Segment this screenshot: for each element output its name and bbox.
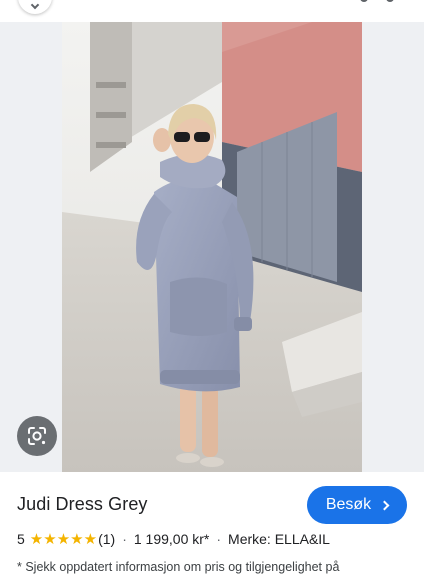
product-info-panel: Judi Dress Grey Besøk 5 ★ ★ ★ ★ ★ (1) · … — [0, 472, 424, 575]
rating-stars: ★ ★ ★ ★ ★ — [30, 532, 97, 547]
top-toolbar — [0, 0, 424, 22]
star-icon: ★ — [70, 530, 84, 548]
visit-button-label: Besøk — [325, 496, 372, 513]
product-photo-illustration — [62, 22, 362, 472]
chevron-right-icon — [379, 500, 390, 510]
product-title[interactable]: Judi Dress Grey — [17, 494, 148, 515]
google-lens-icon — [28, 427, 46, 445]
visit-button[interactable]: Besøk — [307, 486, 407, 524]
google-lens-button[interactable] — [17, 416, 57, 456]
toolbar-actions — [360, 0, 394, 2]
star-icon: ★ — [56, 530, 71, 548]
brand: Merke: ELLA&IL — [228, 531, 330, 547]
price-disclaimer: * Sjekk oppdatert informasjon om pris og… — [17, 560, 340, 574]
rating-value: 5 — [17, 531, 25, 547]
back-button[interactable] — [18, 0, 52, 14]
star-icon: ★ — [43, 530, 57, 548]
review-count[interactable]: (1) — [98, 531, 115, 547]
product-meta: 5 ★ ★ ★ ★ ★ (1) · 1 199,00 kr* · Merke: … — [17, 531, 330, 547]
separator: · — [122, 531, 127, 547]
separator: · — [216, 531, 222, 547]
close-icon[interactable] — [386, 0, 394, 2]
star-icon: ★ — [83, 530, 98, 548]
share-icon[interactable] — [360, 0, 368, 2]
price: 1 199,00 kr* — [133, 531, 210, 547]
product-photo[interactable] — [62, 22, 362, 472]
chevron-down-icon — [30, 0, 40, 10]
star-icon: ★ — [29, 530, 44, 548]
product-image-viewer — [0, 22, 424, 472]
